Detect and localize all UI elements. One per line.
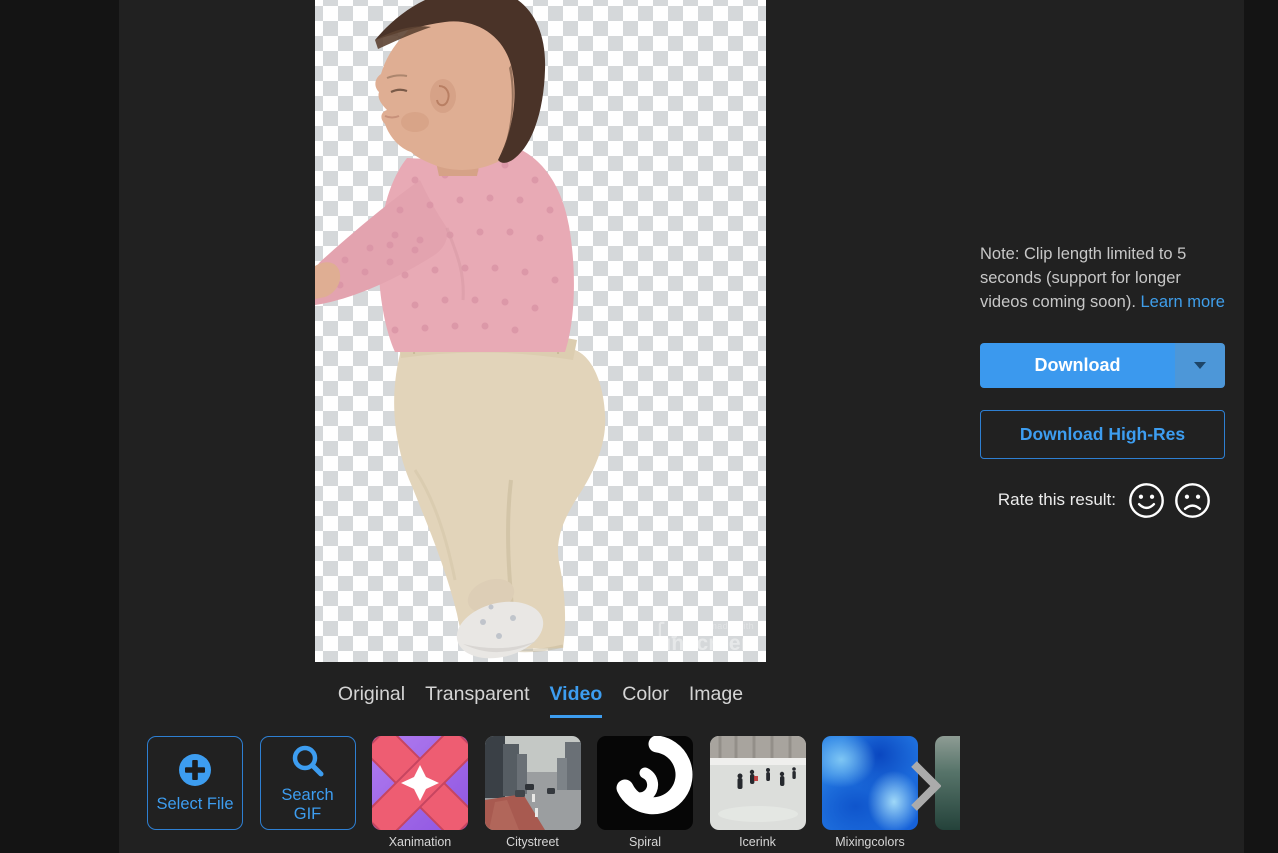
- tab-transparent[interactable]: Transparent: [425, 683, 529, 718]
- unscreen-logo-icon: [658, 621, 678, 639]
- select-file-cell: Select File: [147, 736, 243, 851]
- learn-more-link[interactable]: Learn more: [1141, 293, 1225, 311]
- search-gif-label: Search GIF: [267, 786, 349, 824]
- toddler-subject-image: [315, 0, 766, 662]
- unscreen-result-page: made with unscreen Note: Clip length lim…: [0, 0, 1278, 853]
- thumbnail-label: Mixingcolors: [822, 835, 918, 851]
- tab-image[interactable]: Image: [689, 683, 743, 718]
- search-gif-button[interactable]: Search GIF: [260, 736, 356, 830]
- download-split-button: Download: [980, 343, 1225, 388]
- caret-down-icon: [1193, 361, 1207, 370]
- thumbnail-label: Citystreet: [485, 835, 581, 851]
- download-options-button[interactable]: [1175, 343, 1225, 388]
- background-picker: Select File Search GIF: [147, 736, 960, 853]
- thumbnail-label: [935, 835, 961, 851]
- sad-face-icon[interactable]: [1174, 482, 1211, 519]
- clip-length-note: Note: Clip length limited to 5 seconds (…: [980, 242, 1230, 314]
- rate-result-row: Rate this result:: [980, 481, 1225, 519]
- result-mode-tabs: Original Transparent Video Color Image: [315, 683, 766, 718]
- background-thumbnail-icerink[interactable]: [710, 736, 806, 830]
- search-icon: [290, 743, 326, 779]
- unscreen-watermark: made with unscreen: [658, 621, 754, 656]
- tab-video[interactable]: Video: [550, 683, 603, 718]
- thumbnail-label: Icerink: [710, 835, 806, 851]
- background-thumbnail-citystreet[interactable]: [485, 736, 581, 830]
- select-file-label: Select File: [156, 795, 233, 814]
- search-gif-cell: Search GIF: [260, 736, 356, 851]
- thumbnail-cell-xanimation: Xanimation: [372, 736, 468, 851]
- download-button[interactable]: Download: [980, 343, 1175, 388]
- thumbnail-cell-mixingcolors: Mixingcolors: [822, 736, 918, 851]
- tab-original[interactable]: Original: [338, 683, 405, 718]
- video-preview: made with unscreen: [315, 0, 766, 662]
- thumbnail-label: Xanimation: [372, 835, 468, 851]
- download-highres-button[interactable]: Download High-Res: [980, 410, 1225, 459]
- chevron-right-icon[interactable]: [909, 760, 941, 812]
- background-thumbnail-xanimation[interactable]: [372, 736, 468, 830]
- plus-circle-icon: [177, 752, 213, 788]
- background-thumbnail-mixingcolors[interactable]: [822, 736, 918, 830]
- thumbnail-label: Spiral: [597, 835, 693, 851]
- tab-color[interactable]: Color: [622, 683, 669, 718]
- thumbnail-cell-icerink: Icerink: [710, 736, 806, 851]
- rate-label: Rate this result:: [998, 490, 1116, 510]
- thumbnail-cell-spiral: Spiral: [597, 736, 693, 851]
- thumbnail-cell-citystreet: Citystreet: [485, 736, 581, 851]
- select-file-button[interactable]: Select File: [147, 736, 243, 830]
- smiley-face-icon[interactable]: [1128, 482, 1165, 519]
- background-thumbnail-spiral[interactable]: [597, 736, 693, 830]
